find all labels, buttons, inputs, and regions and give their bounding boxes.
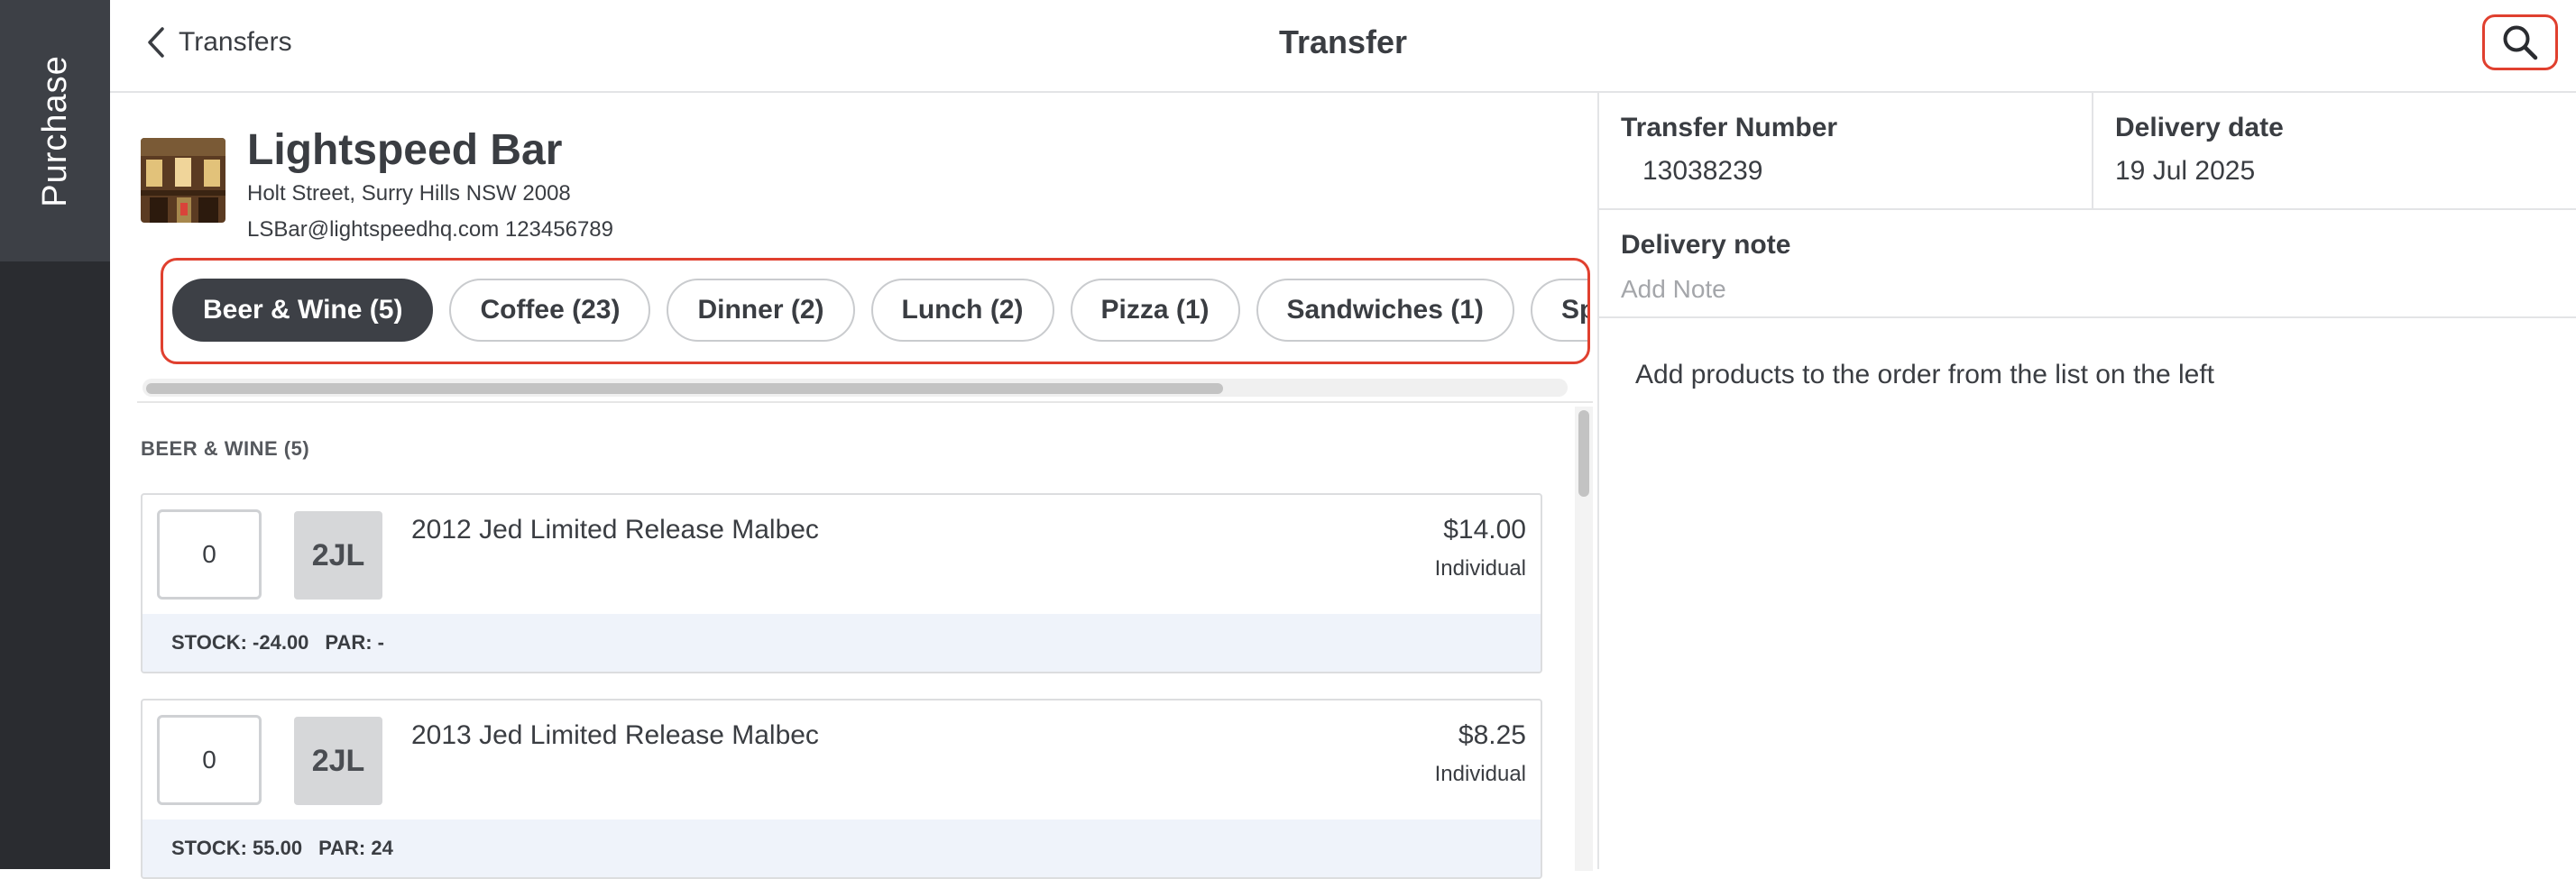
transfer-number-cell: Transfer Number 13038239 xyxy=(1599,93,2093,210)
horizontal-scrollbar[interactable] xyxy=(143,379,1568,397)
delivery-date-cell[interactable]: Delivery date 19 Jul 2025 xyxy=(2093,93,2576,210)
page-title: Transfer xyxy=(1278,23,1408,60)
transfer-number-label: Transfer Number xyxy=(1621,113,1838,142)
category-chip-coffee[interactable]: Coffee (23) xyxy=(449,279,651,342)
product-name: 2013 Jed Limited Release Malbec xyxy=(411,720,819,750)
section-header: BEER & WINE (5) xyxy=(141,437,310,460)
top-bar: Transfers Transfer xyxy=(110,0,2576,93)
purchase-tab[interactable]: Purchase xyxy=(0,0,110,261)
delivery-note-label: Delivery note xyxy=(1621,230,1791,260)
venue-name: Lightspeed Bar xyxy=(247,126,563,174)
venue-logo xyxy=(141,138,225,223)
back-button[interactable]: Transfers xyxy=(146,20,292,65)
search-button[interactable] xyxy=(2482,14,2558,70)
transfer-number-value: 13038239 xyxy=(1642,156,1763,186)
product-thumbnail: 2JL xyxy=(294,511,382,600)
venue-address: Holt Street, Surry Hills NSW 2008 xyxy=(247,181,571,206)
product-list: BEER & WINE (5) 0 2JL 2012 Jed Limited R… xyxy=(137,401,1593,879)
category-chip-spirits[interactable]: Spirits xyxy=(1530,279,1587,342)
product-unit: Individual xyxy=(1434,556,1526,581)
category-chip-lunch[interactable]: Lunch (2) xyxy=(870,279,1054,342)
delivery-note-cell: Delivery note xyxy=(1599,210,2576,318)
category-chip-sandwiches[interactable]: Sandwiches (1) xyxy=(1256,279,1514,342)
product-name: 2012 Jed Limited Release Malbec xyxy=(411,515,819,545)
category-chip-dinner[interactable]: Dinner (2) xyxy=(667,279,855,342)
purchase-tab-label: Purchase xyxy=(35,54,74,207)
horizontal-scroll-thumb[interactable] xyxy=(146,383,1223,394)
product-thumbnail: 2JL xyxy=(294,717,382,805)
venue-contact: LSBar@lightspeedhq.com 123456789 xyxy=(247,217,613,242)
stock-bar: STOCK: 55.00 PAR: 24 xyxy=(143,819,1541,877)
search-icon xyxy=(2503,25,2538,60)
vertical-scroll-thumb[interactable] xyxy=(1578,410,1589,497)
delivery-date-label: Delivery date xyxy=(2115,113,2284,142)
delivery-note-input[interactable] xyxy=(1621,271,2252,307)
stock-label: STOCK: 55.00 xyxy=(171,837,303,859)
list-item[interactable]: 0 2JL 2013 Jed Limited Release Malbec $8… xyxy=(141,699,1542,879)
stock-label: STOCK: -24.00 xyxy=(171,631,309,654)
category-filter-bar: Beer & Wine (5) Coffee (23) Dinner (2) L… xyxy=(161,258,1590,364)
transfer-details-panel: Transfer Number 13038239 Delivery date 1… xyxy=(1597,93,2576,869)
quantity-input[interactable]: 0 xyxy=(157,715,262,805)
stock-bar: STOCK: -24.00 PAR: - xyxy=(143,614,1541,672)
product-price: $14.00 xyxy=(1443,515,1526,545)
empty-order-message: Add products to the order from the list … xyxy=(1635,360,2215,389)
category-chip-beer-wine[interactable]: Beer & Wine (5) xyxy=(172,279,434,342)
quantity-input[interactable]: 0 xyxy=(157,509,262,600)
back-label: Transfers xyxy=(179,27,292,57)
category-chip-pizza[interactable]: Pizza (1) xyxy=(1070,279,1240,342)
side-rail: Purchase xyxy=(0,0,110,869)
list-item[interactable]: 0 2JL 2012 Jed Limited Release Malbec $1… xyxy=(141,493,1542,673)
vertical-scrollbar[interactable] xyxy=(1575,407,1593,871)
par-label: PAR: - xyxy=(325,631,385,654)
product-price: $8.25 xyxy=(1458,720,1526,750)
par-label: PAR: 24 xyxy=(318,837,393,859)
product-unit: Individual xyxy=(1434,762,1526,786)
delivery-date-value[interactable]: 19 Jul 2025 xyxy=(2115,156,2255,187)
product-panel: Lightspeed Bar Holt Street, Surry Hills … xyxy=(110,93,1597,879)
chevron-left-icon xyxy=(148,27,164,58)
